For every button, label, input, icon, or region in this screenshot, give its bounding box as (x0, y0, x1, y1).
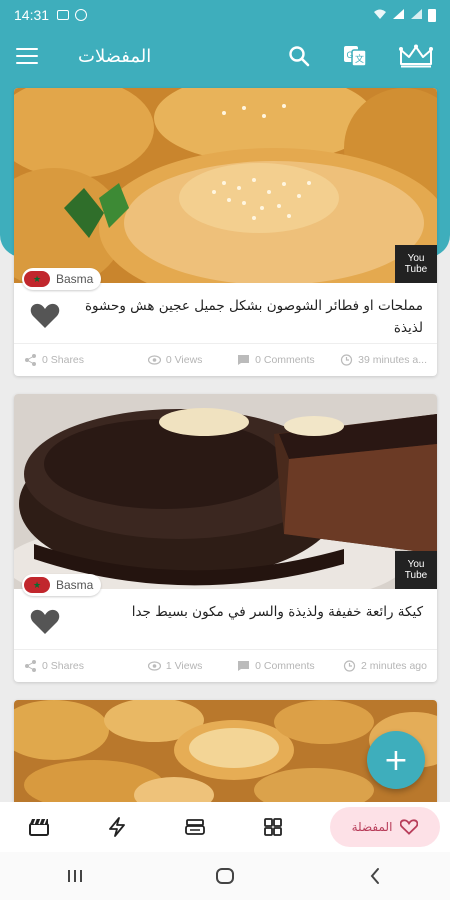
status-time: 14:31 (14, 7, 50, 23)
nav-favorites[interactable]: المفضلة (330, 807, 440, 847)
author-name: Basma (56, 272, 94, 286)
post-stats: 0 Shares 0 Views 0 Comments 39 minutes a… (14, 344, 437, 376)
eye-icon (147, 661, 161, 671)
signal-icon-2 (410, 8, 423, 23)
menu-icon[interactable] (16, 48, 38, 64)
time-stat: 39 minutes a... (326, 354, 427, 366)
post-card[interactable]: You Tube ★ Basma كيكة رائعة خفيفة ولذيذة … (14, 394, 437, 682)
flash-icon (109, 817, 125, 837)
clock-icon (341, 354, 353, 366)
views-stat: 1 Views (125, 660, 226, 672)
share-icon (25, 660, 36, 672)
time-stat: 2 minutes ago (326, 660, 427, 672)
comment-icon (238, 661, 250, 671)
crown-icon[interactable] (398, 43, 434, 69)
add-button[interactable]: + (367, 731, 425, 789)
comments-stat[interactable]: 0 Comments (226, 354, 327, 366)
post-thumbnail[interactable]: You Tube (14, 88, 437, 283)
grid-icon (264, 818, 282, 836)
comment-icon (238, 355, 250, 365)
clapper-icon (29, 818, 49, 836)
morocco-flag-icon: ★ (24, 271, 50, 287)
nav-favorites-label: المفضلة (351, 820, 393, 834)
heart-icon (400, 819, 419, 835)
nav-categories[interactable] (234, 802, 312, 852)
post-card[interactable]: You Tube ★ Basma مملحات او فطائر الشوصون … (14, 88, 437, 376)
gallery-icon (57, 10, 70, 20)
bottom-nav: المفضلة (0, 802, 450, 852)
signal-icon (392, 8, 405, 23)
home-icon (216, 868, 234, 884)
whatsapp-icon (75, 9, 88, 21)
bowl-icon (185, 819, 205, 835)
page-title: المفضلات (78, 45, 152, 67)
nav-trending[interactable] (78, 802, 156, 852)
youtube-badge: You Tube (395, 245, 437, 283)
post-stats: 0 Shares 1 Views 0 Comments 2 minutes ag… (14, 650, 437, 682)
svg-text:文: 文 (355, 53, 364, 65)
morocco-flag-icon: ★ (24, 577, 50, 593)
translate-icon[interactable]: G文 (342, 43, 368, 69)
eye-icon (147, 355, 161, 365)
back-button[interactable] (355, 856, 395, 896)
shares-stat[interactable]: 0 Shares (24, 660, 125, 672)
shares-stat[interactable]: 0 Shares (24, 354, 125, 366)
comments-stat[interactable]: 0 Comments (226, 660, 327, 672)
recents-icon (68, 870, 82, 882)
author-chip[interactable]: ★ Basma (22, 268, 102, 290)
post-title[interactable]: مملحات او فطائر الشوصون بشكل جميل عجين ه… (62, 295, 423, 339)
back-icon (370, 868, 379, 884)
clock-icon (343, 660, 356, 672)
app-bar: المفضلات G文 (0, 30, 450, 82)
author-name: Basma (56, 578, 94, 592)
status-bar: 14:31 (0, 0, 450, 30)
youtube-badge: You Tube (395, 551, 437, 589)
battery-icon (428, 8, 436, 22)
search-icon[interactable] (286, 43, 312, 69)
share-icon (25, 354, 36, 366)
author-chip[interactable]: ★ Basma (22, 574, 102, 596)
home-button[interactable] (205, 856, 245, 896)
recent-apps-button[interactable] (55, 856, 95, 896)
nav-videos[interactable] (0, 802, 78, 852)
heart-icon[interactable] (28, 605, 62, 639)
nav-recipes[interactable] (156, 802, 234, 852)
svg-text:G: G (347, 50, 354, 60)
wifi-icon (373, 8, 387, 23)
heart-icon[interactable] (28, 299, 62, 333)
post-thumbnail[interactable]: You Tube (14, 394, 437, 589)
views-stat: 0 Views (125, 354, 226, 366)
post-title[interactable]: كيكة رائعة خفيفة ولذيذة والسر في مكون بس… (62, 601, 423, 623)
system-nav-bar (0, 852, 450, 900)
